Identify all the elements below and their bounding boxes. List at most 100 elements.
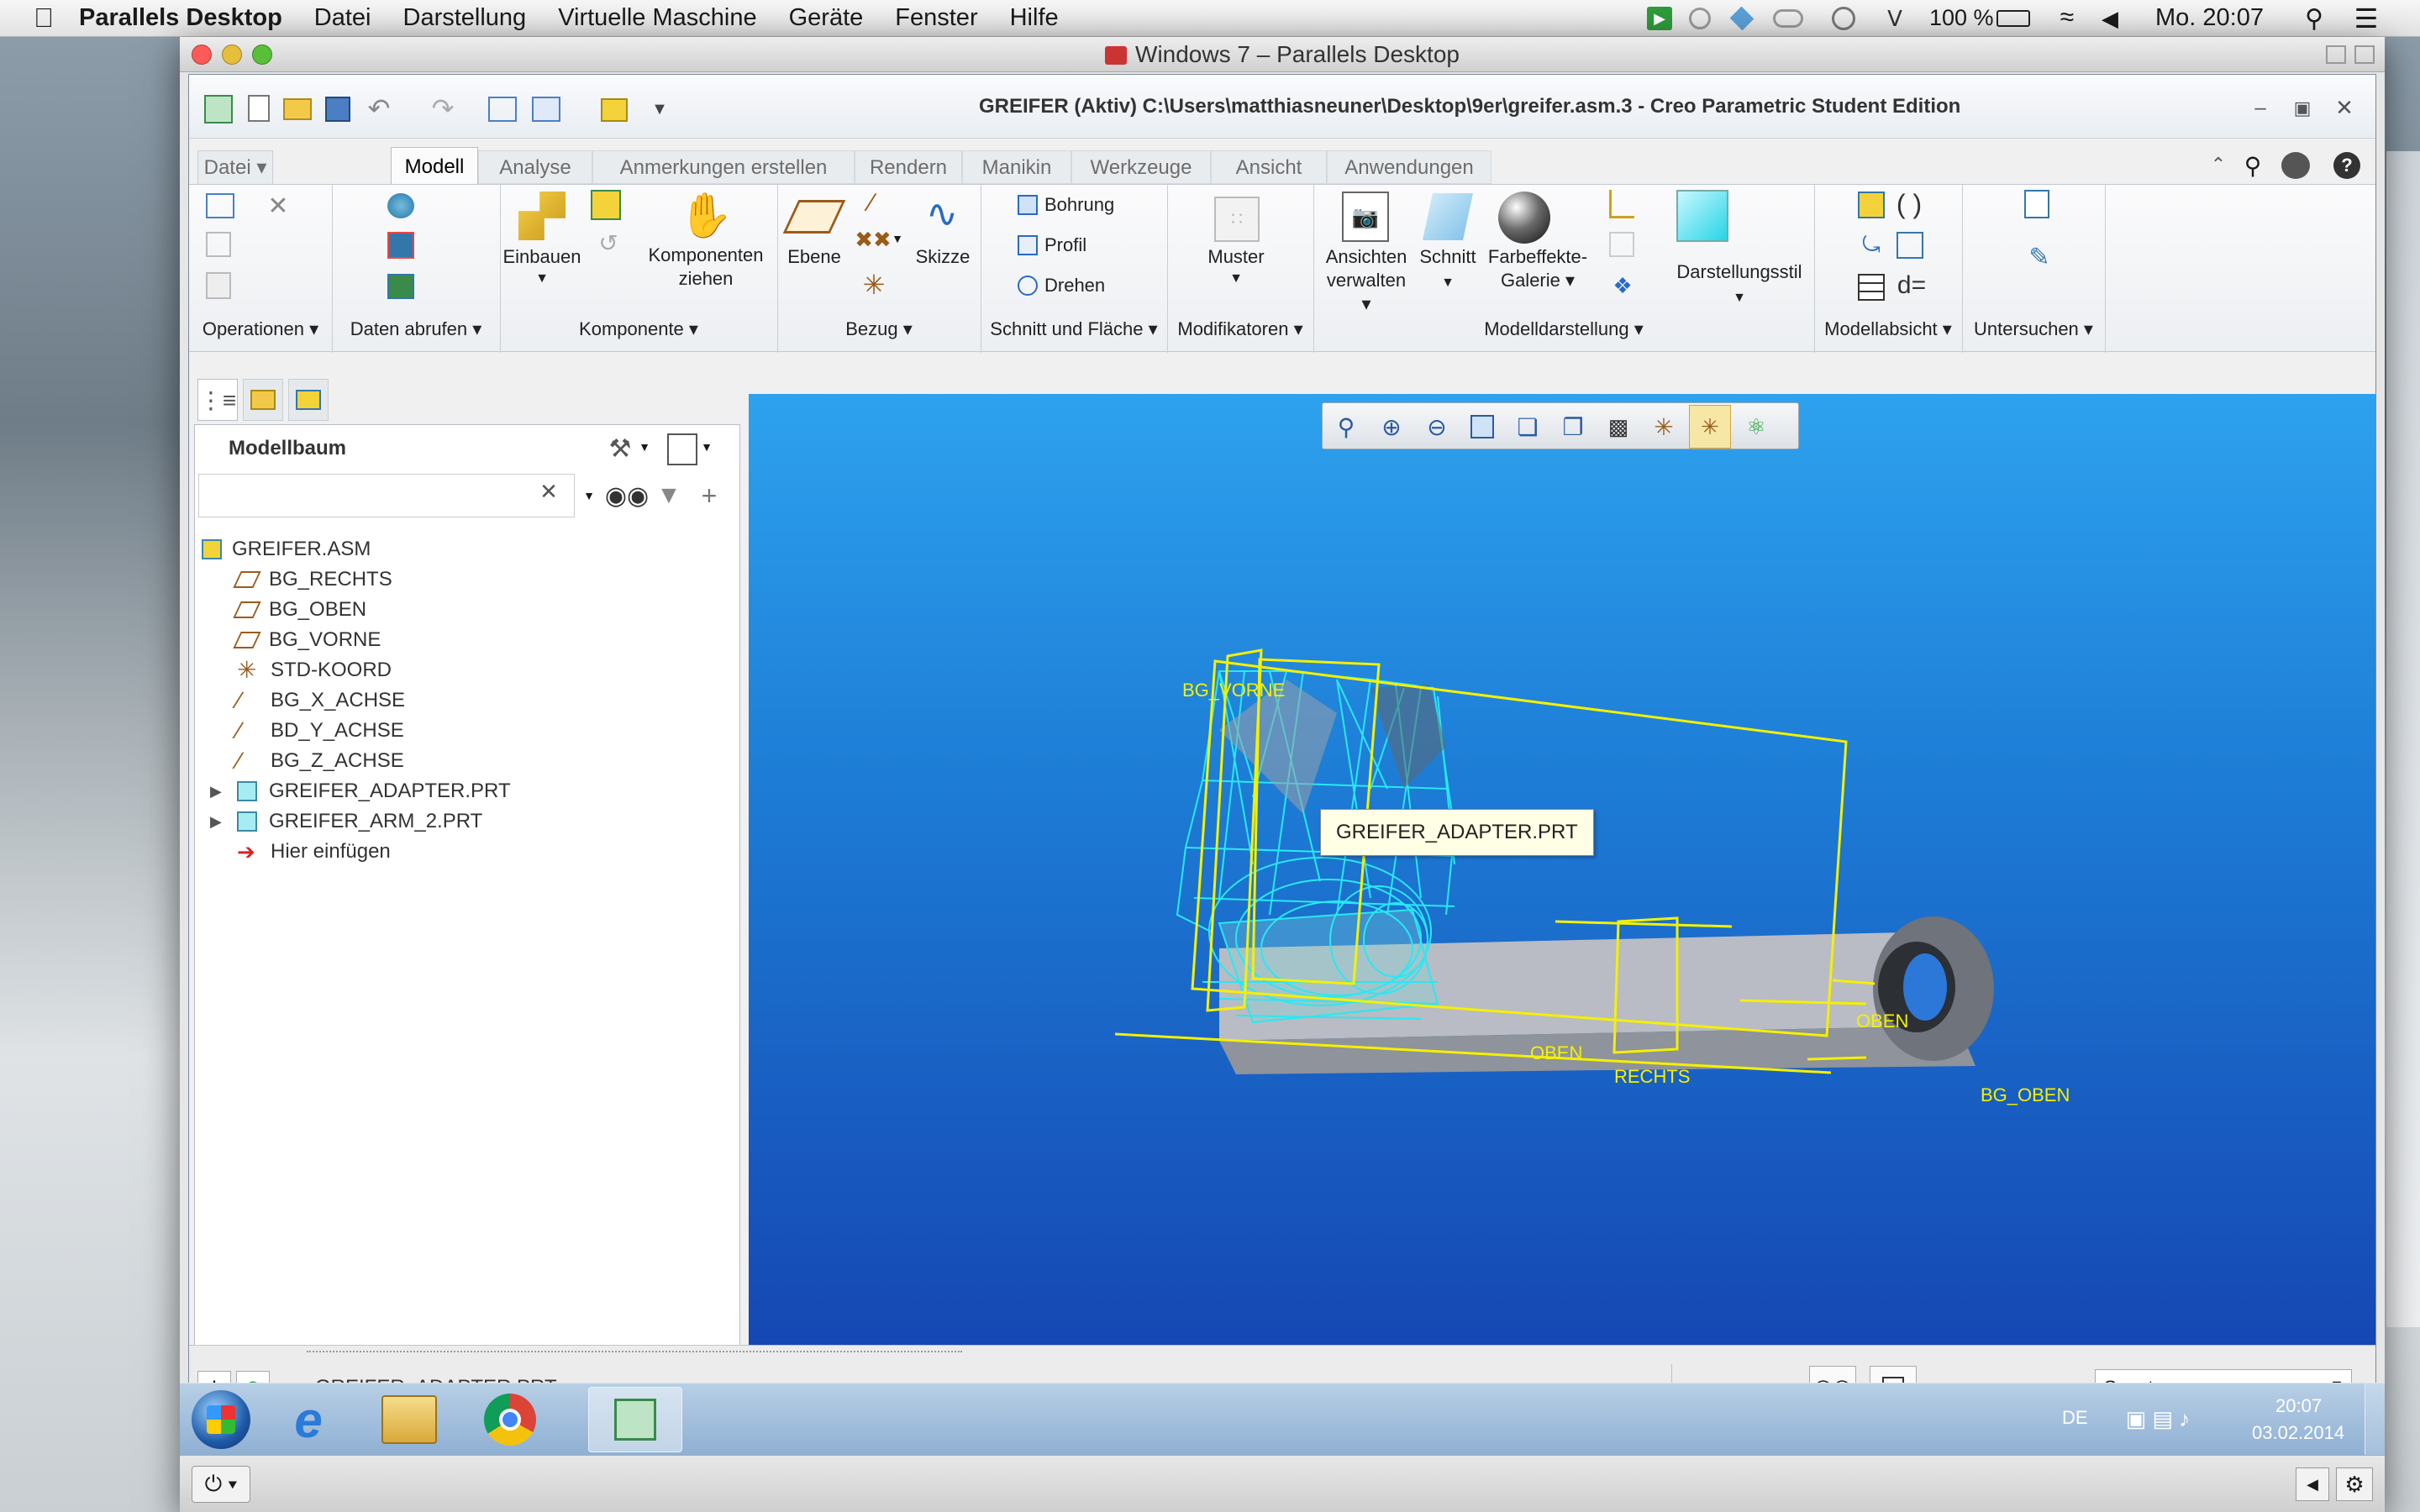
creo-app-icon[interactable]: [204, 95, 233, 123]
scroll-left-icon[interactable]: ◀: [2296, 1467, 2329, 1501]
ebene-icon[interactable]: [782, 200, 846, 234]
muster-dropdown-icon[interactable]: ▼: [1194, 267, 1278, 291]
parallels-status-icon[interactable]: ▶: [1647, 7, 1672, 30]
ebene-button[interactable]: Ebene: [776, 245, 853, 269]
sync-icon[interactable]: [1689, 8, 1711, 29]
tab-manikin[interactable]: Manikin: [962, 150, 1071, 184]
apple-icon[interactable]: : [34, 3, 54, 34]
time-machine-icon[interactable]: [1832, 7, 1855, 30]
new-file-icon[interactable]: [248, 95, 270, 122]
d-equals-icon[interactable]: d=: [1895, 270, 1928, 301]
creo-close-icon[interactable]: ✕: [2332, 95, 2357, 120]
tree-search-input[interactable]: [198, 474, 575, 517]
menu-fenster[interactable]: Fenster: [895, 4, 977, 32]
windows-switch-icon[interactable]: [532, 97, 560, 122]
redo-icon[interactable]: ↷: [428, 93, 458, 123]
tree-item-hier-einfuegen[interactable]: ➔ Hier einfügen: [237, 837, 391, 867]
bohrung-icon[interactable]: [1018, 195, 1038, 215]
show-options-icon[interactable]: [667, 433, 697, 465]
tab-analyse[interactable]: Analyse: [478, 150, 592, 184]
tree-item-bg-oben[interactable]: BG_OBEN: [233, 595, 366, 625]
expand-arrow-icon[interactable]: ▶: [210, 776, 227, 806]
datum-label-bg-oben[interactable]: BG_OBEN: [1981, 1084, 2070, 1106]
creo-minimize-icon[interactable]: –: [2248, 97, 2273, 120]
tree-item-bg-z-achse[interactable]: ∕ BG_Z_ACHSE: [237, 746, 404, 776]
merge-icon[interactable]: [387, 274, 414, 299]
add-column-icon[interactable]: +: [694, 480, 724, 511]
table-icon[interactable]: [1858, 274, 1885, 301]
display-style-small-icon[interactable]: ❖: [1609, 272, 1636, 299]
point-dropdown-icon[interactable]: ▼: [890, 228, 905, 249]
find-icon[interactable]: ◉◉: [605, 480, 649, 511]
app-menu[interactable]: Parallels Desktop: [79, 4, 282, 32]
datum-label-bg-vorne[interactable]: BG_VORNE: [1182, 680, 1285, 701]
tree-item-bg-rechts[interactable]: BG_RECHTS: [233, 564, 392, 595]
group-schnitt-und-flaeche[interactable]: Schnitt und Fläche ▾: [981, 312, 1167, 346]
coordinate-system-icon[interactable]: ✳: [860, 270, 888, 300]
creo-taskbar-icon[interactable]: [588, 1387, 682, 1452]
group-bezug[interactable]: Bezug ▾: [777, 312, 981, 346]
tree-settings-dropdown-icon[interactable]: ▼: [637, 437, 652, 457]
group-daten-abrufen[interactable]: Daten abrufen ▾: [332, 312, 500, 346]
datum-label-oben-mid[interactable]: OBEN: [1530, 1042, 1582, 1064]
model-info-icon[interactable]: [2024, 190, 2049, 218]
internet-explorer-icon[interactable]: e: [281, 1392, 336, 1448]
menu-darstellung[interactable]: Darstellung: [403, 4, 527, 32]
ansichten-verwalten-button[interactable]: Ansichten verwalten ▾: [1320, 245, 1413, 316]
start-button[interactable]: [192, 1390, 250, 1449]
tray-date[interactable]: 03.02.2014: [2252, 1422, 2344, 1444]
tab-werkzeuge[interactable]: Werkzeuge: [1071, 150, 1211, 184]
tab-anwendungen[interactable]: Anwendungen: [1327, 150, 1491, 184]
notification-center-icon[interactable]: ☰: [2349, 3, 2383, 34]
bluetooth-icon[interactable]: ᐯ: [1886, 5, 1903, 32]
favorites-tab-icon[interactable]: [288, 379, 329, 421]
folder-browser-tab-icon[interactable]: [243, 379, 283, 421]
menu-hilfe[interactable]: Hilfe: [1010, 4, 1059, 32]
tab-rendern[interactable]: Rendern: [855, 150, 962, 184]
copy-icon[interactable]: [206, 232, 231, 257]
cloud-icon[interactable]: [1773, 9, 1803, 28]
repeat-icon[interactable]: ↺: [596, 230, 621, 256]
tab-ansicht[interactable]: Ansicht: [1211, 150, 1327, 184]
copy-geometry-icon[interactable]: [387, 232, 414, 259]
clear-search-icon[interactable]: ✕: [536, 479, 561, 504]
profil-icon[interactable]: [1018, 235, 1038, 255]
menu-datei[interactable]: Datei: [314, 4, 371, 32]
tree-settings-icon[interactable]: ⚒: [603, 432, 637, 465]
tab-anmerkungen[interactable]: Anmerkungen erstellen: [592, 150, 855, 184]
delete-op-icon[interactable]: ✕: [265, 192, 292, 220]
group-untersuchen[interactable]: Untersuchen ▾: [1962, 312, 2105, 346]
group-modelldarstellung[interactable]: Modelldarstellung ▾: [1313, 312, 1814, 346]
expand-arrow-icon[interactable]: ▶: [210, 806, 227, 837]
battery-icon[interactable]: [1996, 10, 2030, 27]
group-modifikatoren[interactable]: Modifikatoren ▾: [1167, 312, 1313, 346]
komponenten-ziehen-button[interactable]: Komponenten ziehen: [643, 244, 769, 291]
graphics-viewport[interactable]: ⚲ ⊕ ⊖ ❏ ❐ ▩ ✳ ✳ ⚛ BG_VORNE OBEN BG_OBEN …: [749, 394, 2375, 1345]
close-button[interactable]: [192, 45, 212, 65]
explorer-icon[interactable]: [381, 1395, 437, 1444]
minimize-ribbon-icon[interactable]: ⌃: [2206, 152, 2231, 177]
datum-label-rechts[interactable]: RECHTS: [1614, 1066, 1690, 1088]
close-window-icon[interactable]: [601, 98, 628, 122]
dropbox-icon[interactable]: [1729, 6, 1754, 31]
family-table-icon[interactable]: [1858, 192, 1885, 218]
darstellungsstil-button[interactable]: Darstellungsstil ▼: [1668, 260, 1811, 310]
schnitt-button[interactable]: Schnitt ▼: [1414, 245, 1481, 295]
menu-geraete[interactable]: Geräte: [789, 4, 864, 32]
open-file-icon[interactable]: [283, 98, 312, 120]
muster-button[interactable]: Muster: [1194, 245, 1278, 269]
community-icon[interactable]: [2281, 152, 2310, 179]
help-icon[interactable]: ?: [2333, 152, 2360, 179]
skizze-icon[interactable]: ∿: [917, 192, 967, 235]
einbauen-button[interactable]: Einbauen: [500, 245, 584, 269]
language-indicator[interactable]: DE: [2062, 1407, 2088, 1429]
drehen-button[interactable]: Drehen: [1044, 274, 1105, 297]
power-menu-button[interactable]: ⏻ ▾: [192, 1466, 250, 1503]
tree-item-std-koord[interactable]: ✳ STD-KOORD: [237, 655, 392, 685]
model-tree-tab-icon[interactable]: ⋮≡: [197, 379, 238, 421]
coherence-icon[interactable]: [2326, 45, 2346, 64]
search-type-dropdown-icon[interactable]: ▼: [580, 484, 598, 507]
clock[interactable]: Mo. 20:07: [2155, 4, 2264, 32]
group-komponente[interactable]: Komponente ▾: [500, 312, 777, 346]
undo-icon[interactable]: ↶: [364, 93, 394, 123]
